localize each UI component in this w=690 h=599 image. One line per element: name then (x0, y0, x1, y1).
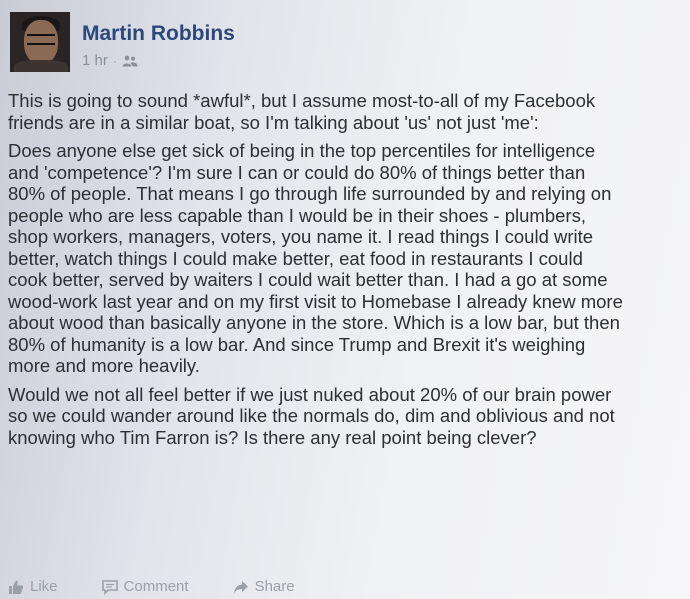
like-label: Like (30, 578, 58, 595)
like-button[interactable]: Like (8, 578, 58, 595)
avatar[interactable] (10, 12, 70, 72)
post-paragraph-1: This is going to sound *awful*, but I as… (8, 90, 688, 133)
post-paragraph-3: Would we not all feel better if we just … (8, 384, 688, 449)
post-line: and 'competence'? I'm sure I can or coul… (8, 161, 586, 183)
post-line: so we could wander around like the norma… (8, 405, 615, 426)
post-meta: 1 hr · (82, 52, 138, 69)
post-line: 80% of people. That means I go through l… (8, 183, 612, 204)
post-line: more and more heavily. (8, 355, 200, 376)
post-line: Does anyone else get sick of being in th… (8, 140, 596, 161)
comment-label: Comment (123, 578, 189, 595)
post-line: shop workers, managers, voters, you name… (8, 226, 594, 247)
comment-icon (101, 579, 118, 595)
comment-button[interactable]: Comment (101, 578, 189, 595)
post-line: friends are in a similar boat, so I'm ta… (8, 111, 539, 133)
friends-icon[interactable] (122, 55, 138, 67)
thumbs-up-icon (9, 580, 24, 594)
post-line: 80% of humanity is a low bar. And since … (8, 333, 586, 355)
post-body: This is going to sound *awful*, but I as… (8, 90, 688, 455)
facebook-post: Martin Robbins 1 hr · This is going to s… (0, 0, 690, 599)
post-timestamp[interactable]: 1 hr (82, 52, 108, 69)
share-arrow-icon (233, 580, 248, 593)
post-line: better, watch things I could make better… (8, 247, 583, 269)
post-line: This is going to sound *awful*, but I as… (8, 90, 596, 111)
meta-separator: · (112, 53, 117, 68)
post-line: about wood than basically anyone in the … (8, 312, 620, 333)
post-line: wood-work last year and on my first visi… (8, 290, 623, 312)
post-line: cook better, served by waiters I could w… (8, 269, 608, 290)
post-line: Would we not all feel better if we just … (8, 383, 612, 405)
post-actions: Like Comment Share (8, 578, 295, 595)
share-label: Share (254, 578, 295, 595)
share-button[interactable]: Share (233, 578, 295, 595)
post-line: people who are less capable than I would… (8, 204, 586, 226)
post-line: knowing who Tim Farron is? Is there any … (8, 426, 537, 448)
author-name[interactable]: Martin Robbins (82, 22, 235, 46)
post-paragraph-2: Does anyone else get sick of being in th… (8, 140, 688, 377)
